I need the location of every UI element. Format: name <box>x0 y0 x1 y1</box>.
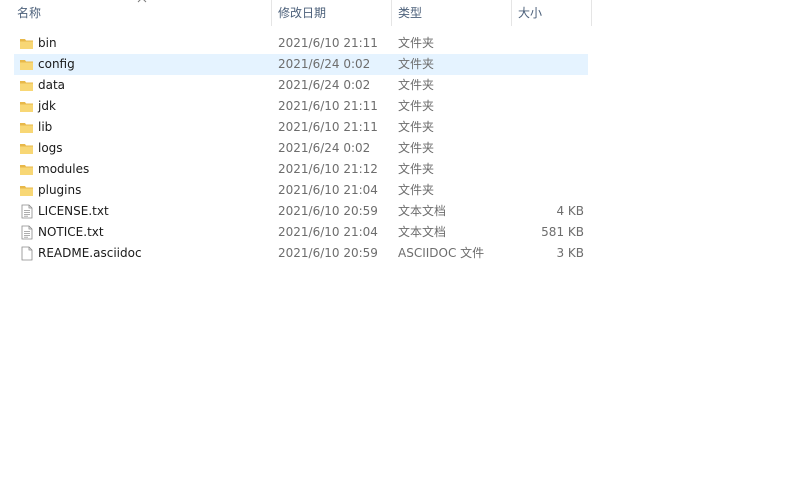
folder-icon <box>19 162 34 177</box>
column-header-bar: 名称 修改日期 类型 大小 <box>0 0 592 26</box>
file-name: logs <box>38 141 63 155</box>
file-row[interactable]: logs 2021/6/24 0:02 文件夹 <box>14 138 588 159</box>
file-type: 文本文档 <box>398 204 447 218</box>
folder-icon <box>19 36 34 51</box>
file-name: config <box>38 57 75 71</box>
column-header-type[interactable]: 类型 <box>392 0 511 26</box>
folder-icon <box>19 141 34 156</box>
file-modified-date: 2021/6/10 21:11 <box>278 120 378 134</box>
text-document-icon <box>19 225 34 240</box>
file-row[interactable]: modules 2021/6/10 21:12 文件夹 <box>14 159 588 180</box>
file-modified-date: 2021/6/24 0:02 <box>278 78 371 92</box>
file-modified-date: 2021/6/10 21:11 <box>278 36 378 50</box>
folder-icon <box>19 78 34 93</box>
file-name: README.asciidoc <box>38 246 142 260</box>
column-divider[interactable] <box>591 0 592 26</box>
text-document-icon <box>19 204 34 219</box>
file-type: 文件夹 <box>398 183 435 197</box>
file-name: modules <box>38 162 90 176</box>
file-name: jdk <box>38 99 56 113</box>
file-size: 581 KB <box>541 225 584 239</box>
file-modified-date: 2021/6/10 21:11 <box>278 99 378 113</box>
file-type: 文件夹 <box>398 78 435 92</box>
folder-icon <box>19 120 34 135</box>
file-modified-date: 2021/6/10 20:59 <box>278 246 378 260</box>
blank-file-icon <box>19 246 34 261</box>
file-type: ASCIIDOC 文件 <box>398 246 485 260</box>
file-modified-date: 2021/6/24 0:02 <box>278 141 371 155</box>
file-size: 4 KB <box>556 204 584 218</box>
file-size: 3 KB <box>556 246 584 260</box>
file-row[interactable]: data 2021/6/24 0:02 文件夹 <box>14 75 588 96</box>
file-row[interactable]: config 2021/6/24 0:02 文件夹 <box>14 54 588 75</box>
file-modified-date: 2021/6/10 20:59 <box>278 204 378 218</box>
file-row[interactable]: plugins 2021/6/10 21:04 文件夹 <box>14 180 588 201</box>
file-type: 文本文档 <box>398 225 447 239</box>
file-name: lib <box>38 120 53 134</box>
file-type: 文件夹 <box>398 141 435 155</box>
file-row[interactable]: README.asciidoc 2021/6/10 20:59 ASCIIDOC 文… <box>14 243 588 264</box>
file-type: 文件夹 <box>398 36 435 50</box>
folder-icon <box>19 57 34 72</box>
file-explorer-view: 名称 修改日期 类型 大小 bin 2021/6/10 21:11 文件夹 confi… <box>0 0 797 500</box>
file-name: LICENSE.txt <box>38 204 109 218</box>
file-name: data <box>38 78 66 92</box>
file-modified-date: 2021/6/24 0:02 <box>278 57 371 71</box>
file-modified-date: 2021/6/10 21:04 <box>278 225 378 239</box>
file-row[interactable]: jdk 2021/6/10 21:11 文件夹 <box>14 96 588 117</box>
file-row[interactable]: NOTICE.txt 2021/6/10 21:04 文本文档 581 KB <box>14 222 588 243</box>
file-type: 文件夹 <box>398 57 435 71</box>
file-name: NOTICE.txt <box>38 225 104 239</box>
file-row[interactable]: bin 2021/6/10 21:11 文件夹 <box>14 33 588 54</box>
column-header-date[interactable]: 修改日期 <box>272 0 391 26</box>
folder-icon <box>19 99 34 114</box>
file-list: bin 2021/6/10 21:11 文件夹 config 2021/6/24 0:0… <box>14 33 588 264</box>
file-modified-date: 2021/6/10 21:12 <box>278 162 378 176</box>
file-row[interactable]: LICENSE.txt 2021/6/10 20:59 文本文档 4 KB <box>14 201 588 222</box>
file-row[interactable]: lib 2021/6/10 21:11 文件夹 <box>14 117 588 138</box>
file-type: 文件夹 <box>398 120 435 134</box>
folder-icon <box>19 183 34 198</box>
file-modified-date: 2021/6/10 21:04 <box>278 183 378 197</box>
column-header-size[interactable]: 大小 <box>512 0 592 26</box>
sort-ascending-icon <box>137 0 147 3</box>
file-name: bin <box>38 36 57 50</box>
file-name: plugins <box>38 183 82 197</box>
file-type: 文件夹 <box>398 99 435 113</box>
file-type: 文件夹 <box>398 162 435 176</box>
